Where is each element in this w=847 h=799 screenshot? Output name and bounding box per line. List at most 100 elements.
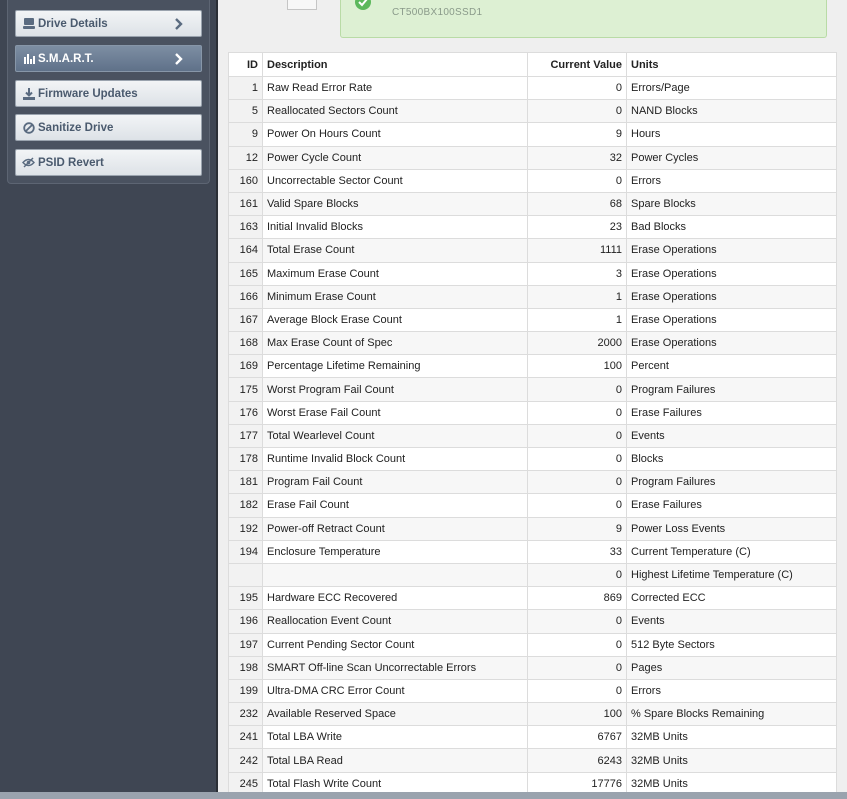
cell-id: 199 — [228, 678, 263, 704]
cell-current-value: 0 — [527, 562, 627, 588]
main-content: CT500BX100SSD1 ID Description Current Va… — [216, 0, 847, 792]
table-row: 12 Power Cycle Count 32 Power Cycles — [228, 145, 837, 170]
sidebar-item-smart[interactable]: S.M.A.R.T. — [15, 45, 202, 72]
cell-id: 163 — [228, 215, 263, 240]
cell-units: Program Failures — [626, 377, 837, 402]
table-row: 194 Enclosure Temperature 33 Current Temper… — [228, 539, 837, 564]
cell-description: SMART Off-line Scan Uncorrectable Errors — [262, 655, 528, 680]
chevron-right-icon — [173, 17, 185, 31]
cell-units: Bad Blocks — [626, 215, 837, 240]
cell-id: 169 — [228, 354, 263, 379]
cell-description: Worst Erase Fail Count — [262, 400, 528, 425]
cell-current-value: 0 — [527, 75, 627, 101]
cell-units: 32MB Units — [626, 771, 837, 792]
cell-current-value: 0 — [527, 632, 627, 657]
bar-chart-icon — [22, 52, 35, 65]
column-header-current-value: Current Value — [527, 52, 627, 77]
cell-id: 167 — [228, 307, 263, 333]
cell-units: Spare Blocks — [626, 191, 837, 217]
cell-current-value: 17776 — [527, 771, 627, 792]
cell-current-value: 0 — [527, 470, 627, 495]
table-row: 164 Total Erase Count 1111 Erase Operations — [228, 238, 837, 263]
cell-units: Percent — [626, 354, 837, 379]
cell-id: 195 — [228, 586, 263, 611]
cell-description: Power Cycle Count — [262, 145, 528, 170]
cell-id: 182 — [228, 493, 263, 518]
cell-id: 166 — [228, 284, 263, 309]
cell-description: Power-off Retract Count — [262, 516, 528, 541]
drive-model-label: CT500BX100SSD1 — [392, 7, 483, 18]
cell-description: Total Wearlevel Count — [262, 423, 528, 449]
eye-slash-icon — [22, 156, 35, 169]
cell-units: Erase Failures — [626, 493, 837, 518]
column-header-units: Units — [626, 52, 837, 77]
cell-description: Reallocated Sectors Count — [262, 99, 528, 124]
prohibited-icon — [22, 121, 35, 134]
sidebar-item-label: Drive Details — [38, 17, 108, 30]
sidebar-item-drive-details[interactable]: Drive Details — [15, 10, 202, 37]
table-row: 181 Program Fail Count 0 Program Failures — [228, 470, 837, 495]
cell-id: 164 — [228, 238, 263, 263]
cell-current-value: 1 — [527, 307, 627, 333]
table-row: 165 Maximum Erase Count 3 Erase Operations — [228, 261, 837, 286]
app-window: Drive Details S.M.A.R.T. Firmware Update… — [0, 0, 847, 799]
cell-current-value: 2000 — [527, 331, 627, 356]
table-row: 182 Erase Fail Count 0 Erase Failures — [228, 493, 837, 518]
sidebar-item-psid-revert[interactable]: PSID Revert — [15, 149, 202, 176]
table-row: 242 Total LBA Read 6243 32MB Units — [228, 748, 837, 773]
cell-id: 12 — [228, 145, 263, 170]
sidebar-item-label: S.M.A.R.T. — [38, 52, 94, 65]
table-row: 199 Ultra-DMA CRC Error Count 0 Errors — [228, 678, 837, 704]
cell-units: Highest Lifetime Temperature (C) — [626, 562, 837, 588]
cell-units: Corrected ECC — [626, 586, 837, 611]
cell-current-value: 0 — [527, 99, 627, 124]
cell-id: 232 — [228, 702, 263, 727]
cell-id: 175 — [228, 377, 263, 402]
table-row: 169 Percentage Lifetime Remaining 100 Perce… — [228, 354, 837, 379]
table-row: 5 Reallocated Sectors Count 0 NAND Blocks — [228, 99, 837, 124]
cell-description: Runtime Invalid Block Count — [262, 446, 528, 472]
cell-description: Max Erase Count of Spec — [262, 331, 528, 356]
table-row: 241 Total LBA Write 6767 32MB Units — [228, 725, 837, 750]
table-row: 176 Worst Erase Fail Count 0 Erase Failures — [228, 400, 837, 425]
cell-id: 5 — [228, 99, 263, 124]
cell-units: Events — [626, 423, 837, 449]
sidebar-item-label: Firmware Updates — [38, 87, 138, 100]
table-row: 166 Minimum Erase Count 1 Erase Operations — [228, 284, 837, 309]
cell-current-value: 100 — [527, 354, 627, 379]
cell-id: 198 — [228, 655, 263, 680]
cell-current-value: 1111 — [527, 238, 627, 263]
table-row: 198 SMART Off-line Scan Uncorrectable Err… — [228, 655, 837, 680]
cell-id: 178 — [228, 446, 263, 472]
cell-id: 196 — [228, 609, 263, 634]
cell-current-value: 32 — [527, 145, 627, 170]
cell-description: Available Reserved Space — [262, 702, 528, 727]
bottom-border — [0, 792, 847, 799]
drive-icon — [22, 17, 35, 30]
cell-current-value: 1 — [527, 284, 627, 309]
table-row: 0 Highest Lifetime Temperature (C) — [228, 562, 837, 588]
cell-current-value: 0 — [527, 400, 627, 425]
cell-units: Errors — [626, 678, 837, 704]
cell-description: Reallocation Event Count — [262, 609, 528, 634]
sidebar: Drive Details S.M.A.R.T. Firmware Update… — [0, 0, 216, 799]
check-icon — [353, 0, 373, 15]
top-button[interactable] — [287, 0, 317, 10]
sidebar-item-firmware-updates[interactable]: Firmware Updates — [15, 80, 202, 107]
cell-id: 161 — [228, 191, 263, 217]
cell-description: Hardware ECC Recovered — [262, 586, 528, 611]
table-row: 195 Hardware ECC Recovered 869 Corrected EC… — [228, 586, 837, 611]
table-row: 178 Runtime Invalid Block Count 0 Blocks — [228, 446, 837, 472]
cell-description: Total Flash Write Count — [262, 771, 528, 792]
cell-description: Enclosure Temperature — [262, 539, 528, 564]
table-row: 197 Current Pending Sector Count 0 512 Byte… — [228, 632, 837, 657]
cell-current-value: 6243 — [527, 748, 627, 773]
sidebar-item-sanitize-drive[interactable]: Sanitize Drive — [15, 114, 202, 141]
cell-description: Uncorrectable Sector Count — [262, 168, 528, 193]
cell-units: Power Cycles — [626, 145, 837, 170]
cell-current-value: 0 — [527, 168, 627, 193]
cell-id: 177 — [228, 423, 263, 449]
cell-units: Erase Operations — [626, 238, 837, 263]
cell-units: Current Temperature (C) — [626, 539, 837, 564]
cell-units: Erase Operations — [626, 284, 837, 309]
